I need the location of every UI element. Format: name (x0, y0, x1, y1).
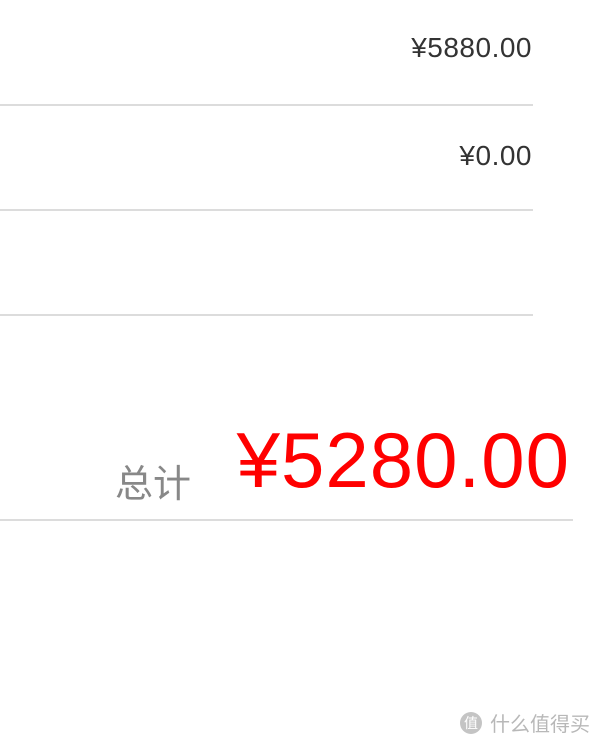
svg-text:值: 值 (464, 716, 478, 732)
price-row-value-1: ¥5880.00 (411, 32, 532, 63)
watermark-text: 什么值得买 (490, 712, 590, 736)
price-row-value-2: ¥0.00 (459, 140, 532, 171)
watermark: 值 什么值得买 (458, 708, 590, 737)
row-divider (0, 104, 533, 106)
zhide-logo-icon: 值 (458, 710, 484, 736)
total-value: ¥5280.00 (236, 416, 570, 504)
total-label: 总计 (115, 462, 192, 506)
total-divider (0, 519, 573, 521)
row-divider (0, 209, 533, 211)
row-divider (0, 314, 533, 316)
order-summary: ¥5880.00 ¥0.00 总计 ¥5280.00 值 什么值得买 (0, 0, 600, 743)
